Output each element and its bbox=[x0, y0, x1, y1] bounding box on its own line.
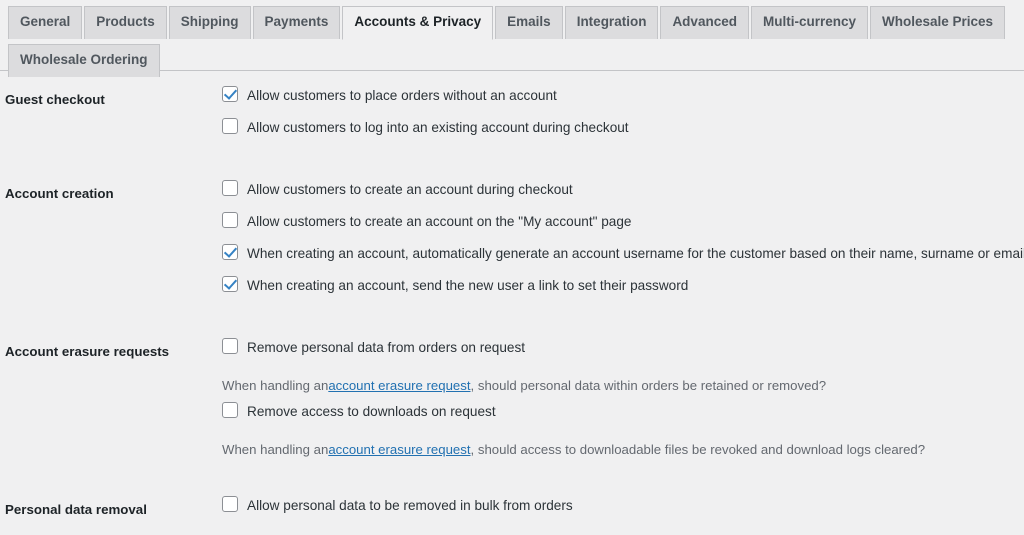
checkbox-row[interactable]: When creating an account, automatically … bbox=[222, 244, 1024, 276]
checkbox-label: Remove personal data from orders on requ… bbox=[247, 338, 525, 357]
tab-advanced[interactable]: Advanced bbox=[660, 6, 749, 39]
tab-products[interactable]: Products bbox=[84, 6, 167, 39]
tab-shipping[interactable]: Shipping bbox=[169, 6, 251, 39]
checkbox-row[interactable]: Remove access to downloads on request bbox=[222, 402, 1014, 434]
tab-integration[interactable]: Integration bbox=[565, 6, 659, 39]
checkbox-label: Remove access to downloads on request bbox=[247, 402, 496, 421]
checkbox-unchecked-icon[interactable] bbox=[222, 212, 238, 228]
tab-row-secondary: Wholesale Ordering bbox=[0, 44, 1024, 76]
section-fields-account-erasure-requests: Remove personal data from orders on requ… bbox=[212, 323, 1024, 481]
checkbox-unchecked-icon[interactable] bbox=[222, 496, 238, 512]
description-text-before: When handling an bbox=[222, 441, 328, 459]
checkbox-unchecked-icon[interactable] bbox=[222, 118, 238, 134]
fieldset-account-creation: Allow customers to create an account dur… bbox=[222, 180, 1024, 308]
tab-wholesale-prices[interactable]: Wholesale Prices bbox=[870, 6, 1005, 39]
checkbox-row[interactable]: Remove personal data from orders on requ… bbox=[222, 338, 1014, 370]
description-text-before: When handling an bbox=[222, 377, 328, 395]
field-description: When handling an account erasure request… bbox=[222, 434, 1014, 466]
checkbox-row[interactable]: Allow customers to log into an existing … bbox=[222, 118, 1014, 150]
section-label-account-creation: Account creation bbox=[0, 165, 212, 323]
settings-row-account-creation: Account creation Allow customers to creat… bbox=[0, 165, 1024, 323]
settings-page: GeneralProductsShippingPaymentsAccounts … bbox=[0, 0, 1024, 535]
checkbox-label: Allow personal data to be removed in bul… bbox=[247, 496, 573, 515]
tab-wholesale-ordering[interactable]: Wholesale Ordering bbox=[8, 44, 160, 77]
tab-payments[interactable]: Payments bbox=[253, 6, 341, 39]
checkbox-unchecked-icon[interactable] bbox=[222, 338, 238, 354]
settings-sections: Guest checkout Allow customers to place o… bbox=[0, 71, 1024, 535]
account-erasure-request-link[interactable]: account erasure request bbox=[328, 441, 470, 459]
settings-row-guest-checkout: Guest checkout Allow customers to place o… bbox=[0, 71, 1024, 165]
checkbox-label: When creating an account, automatically … bbox=[247, 244, 1024, 263]
checkbox-unchecked-icon[interactable] bbox=[222, 402, 238, 418]
checkbox-checked-icon[interactable] bbox=[222, 86, 238, 102]
checkbox-checked-icon[interactable] bbox=[222, 244, 238, 260]
section-fields-personal-data-removal: Allow personal data to be removed in bul… bbox=[212, 481, 1024, 535]
fieldset-guest-checkout: Allow customers to place orders without … bbox=[222, 86, 1014, 150]
checkbox-row[interactable]: Allow customers to place orders without … bbox=[222, 86, 1014, 118]
description-text-after: , should access to downloadable files be… bbox=[471, 441, 926, 459]
fieldset-personal-data-removal: Allow personal data to be removed in bul… bbox=[222, 496, 1014, 535]
section-fields-guest-checkout: Allow customers to place orders without … bbox=[212, 71, 1024, 165]
field-description: Adds an option to the orders screen for … bbox=[222, 528, 1014, 535]
description-text-after: , should personal data within orders be … bbox=[471, 377, 827, 395]
checkbox-row[interactable]: Allow personal data to be removed in bul… bbox=[222, 496, 1014, 528]
section-label-account-erasure-requests: Account erasure requests bbox=[0, 323, 212, 481]
field-description: When handling an account erasure request… bbox=[222, 370, 1014, 402]
section-label-guest-checkout: Guest checkout bbox=[0, 71, 212, 165]
fieldset-account-erasure-requests: Remove personal data from orders on requ… bbox=[222, 338, 1014, 466]
settings-row-personal-data-removal: Personal data removal Allow personal data… bbox=[0, 481, 1024, 535]
section-fields-account-creation: Allow customers to create an account dur… bbox=[212, 165, 1024, 323]
checkbox-label: Allow customers to log into an existing … bbox=[247, 118, 629, 137]
checkbox-label: Allow customers to create an account dur… bbox=[247, 180, 573, 199]
account-erasure-request-link[interactable]: account erasure request bbox=[328, 377, 470, 395]
checkbox-unchecked-icon[interactable] bbox=[222, 180, 238, 196]
tab-emails[interactable]: Emails bbox=[495, 6, 563, 39]
settings-row-account-erasure-requests: Account erasure requests Remove personal … bbox=[0, 323, 1024, 481]
tab-accounts-privacy[interactable]: Accounts & Privacy bbox=[342, 6, 493, 40]
tab-row-primary: GeneralProductsShippingPaymentsAccounts … bbox=[0, 6, 1024, 39]
checkbox-row[interactable]: Allow customers to create an account dur… bbox=[222, 180, 1024, 212]
settings-form: Guest checkout Allow customers to place o… bbox=[0, 71, 1024, 535]
checkbox-label: Allow customers to place orders without … bbox=[247, 86, 557, 105]
section-label-personal-data-removal: Personal data removal bbox=[0, 481, 212, 535]
checkbox-label: When creating an account, send the new u… bbox=[247, 276, 688, 295]
checkbox-label: Allow customers to create an account on … bbox=[247, 212, 631, 231]
settings-form-table: Guest checkout Allow customers to place o… bbox=[0, 71, 1024, 535]
tab-multi-currency[interactable]: Multi-currency bbox=[751, 6, 868, 39]
settings-tab-bar: GeneralProductsShippingPaymentsAccounts … bbox=[0, 0, 1024, 71]
checkbox-row[interactable]: When creating an account, send the new u… bbox=[222, 276, 1024, 308]
checkbox-row[interactable]: Allow customers to create an account on … bbox=[222, 212, 1024, 244]
checkbox-checked-icon[interactable] bbox=[222, 276, 238, 292]
tab-general[interactable]: General bbox=[8, 6, 82, 39]
